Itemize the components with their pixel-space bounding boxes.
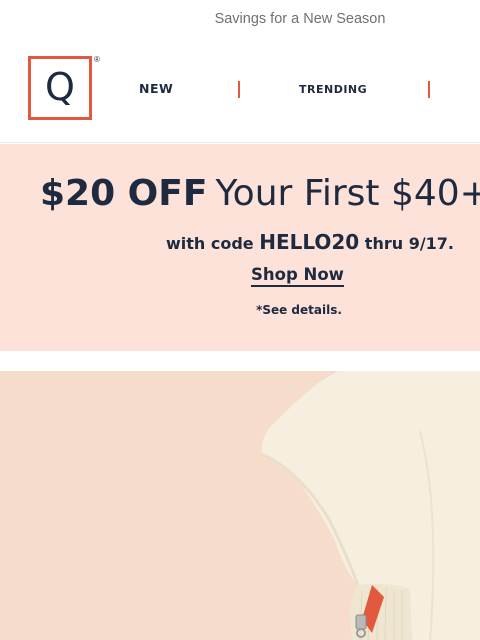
promo-banner[interactable]: $20 OFFYour First $40+ O with code HELLO… [0, 144, 480, 351]
promo-headline: $20 OFFYour First $40+ O [40, 176, 480, 212]
promo-code-suffix: thru 9/17. [364, 234, 455, 253]
brand-logo[interactable]: Q [28, 56, 92, 120]
shop-now-link[interactable]: Shop Now [251, 265, 344, 287]
sweater-illustration [0, 371, 480, 640]
nav-item-new[interactable]: NEW [139, 81, 173, 96]
hero-image[interactable] [0, 371, 480, 640]
promo-code-line: with code HELLO20 thru 9/17. [0, 230, 480, 254]
promo-headline-bold: $20 OFF [40, 173, 208, 214]
promo-code-value: HELLO20 [259, 230, 360, 254]
top-navigation: Q ® NEW TRENDING [0, 38, 480, 143]
see-details-link[interactable]: *See details. [0, 303, 480, 317]
nav-separator [428, 81, 430, 98]
nav-separator [238, 81, 240, 98]
preheader-text: Savings for a New Season [214, 11, 386, 27]
nav-item-trending[interactable]: TRENDING [299, 83, 367, 96]
promo-headline-light: Your First $40+ O [215, 173, 480, 214]
registered-mark: ® [94, 55, 100, 64]
logo-letter: Q [45, 65, 75, 109]
promo-code-prefix: with code [165, 234, 254, 253]
